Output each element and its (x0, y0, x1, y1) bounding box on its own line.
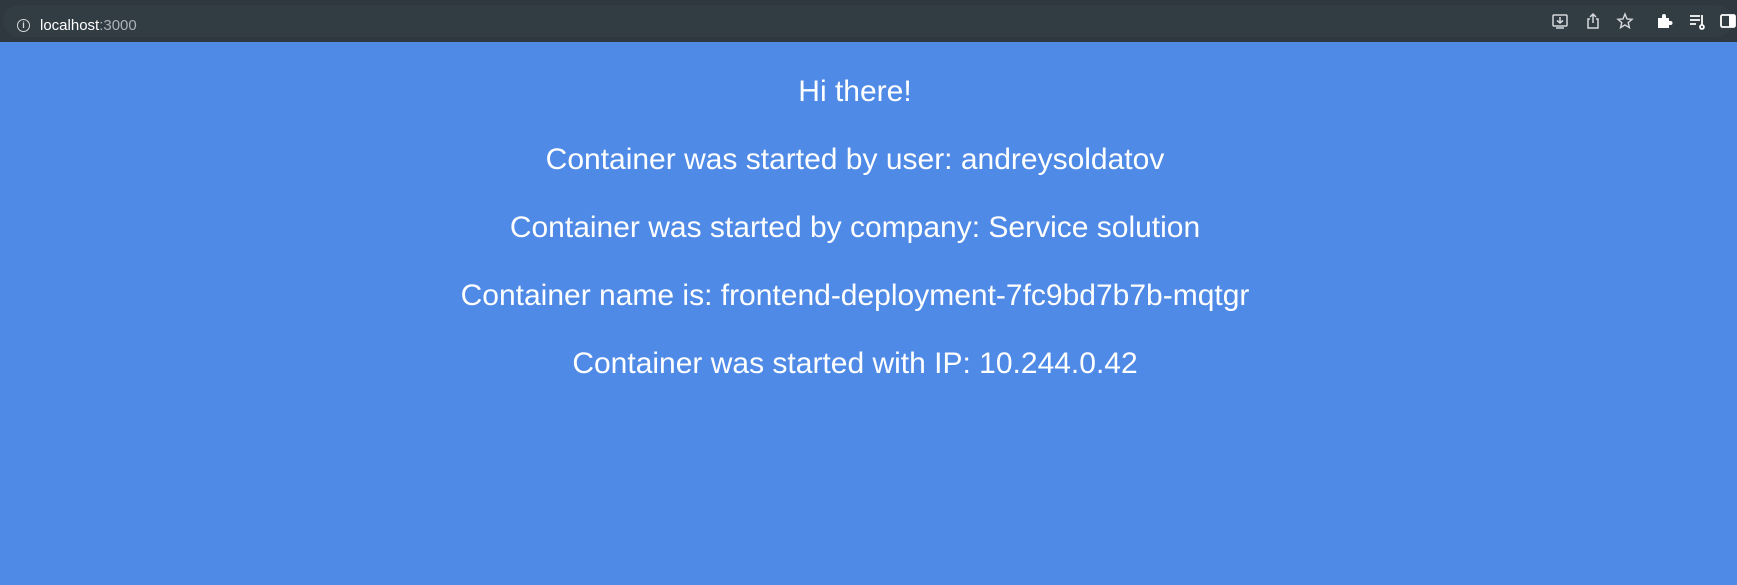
ip-line: Container was started with IP: 10.244.0.… (572, 347, 1138, 380)
url-text[interactable]: localhost:3000 (40, 16, 137, 36)
side-panel-icon[interactable] (1719, 12, 1737, 30)
info-icon[interactable]: i (17, 19, 30, 32)
greeting-heading: Hi there! (798, 75, 912, 108)
user-line: Container was started by user: andreysol… (545, 143, 1165, 176)
url-host: localhost (40, 17, 100, 34)
share-icon[interactable] (1584, 12, 1602, 30)
bookmark-star-icon[interactable] (1616, 12, 1634, 30)
container-name-line: Container name is: frontend-deployment-7… (460, 279, 1250, 312)
install-app-icon[interactable] (1551, 12, 1569, 30)
company-line: Container was started by company: Servic… (509, 211, 1201, 244)
browser-toolbar: i localhost:3000 (0, 0, 1737, 42)
url-port: :3000 (99, 17, 137, 34)
page-content: Hi there! Container was started by user:… (0, 42, 1737, 585)
reading-list-icon[interactable] (1688, 12, 1706, 30)
address-bar[interactable]: i localhost:3000 (3, 5, 1733, 37)
extensions-icon[interactable] (1655, 12, 1673, 30)
